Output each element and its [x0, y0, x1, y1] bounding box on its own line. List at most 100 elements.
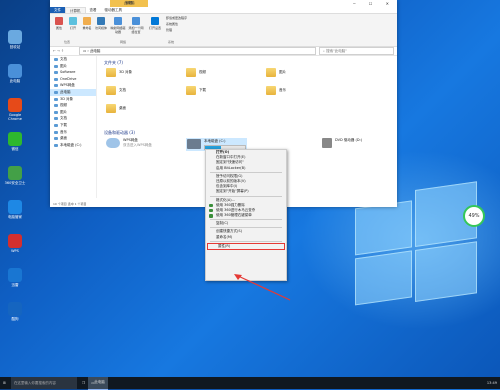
- context-menu-item[interactable]: 使用 360管理右键菜单: [206, 213, 286, 218]
- hard-drive-icon: [187, 139, 201, 149]
- tab-file[interactable]: 文件: [50, 7, 65, 13]
- 360-shield-icon: [209, 203, 213, 208]
- drive-name: 本地磁盘 (C:): [204, 139, 226, 143]
- open-settings-button[interactable]: 打开设置: [148, 17, 162, 30]
- context-menu-item[interactable]: 启用 BitLocker(B): [206, 166, 286, 171]
- system-properties-button[interactable]: 系统属性: [166, 22, 206, 26]
- nav-buttons[interactable]: ← → ↑: [50, 49, 79, 53]
- menu-item-label: 固定到"快速访问": [216, 160, 244, 165]
- folder-icon: [266, 86, 276, 95]
- rename-button[interactable]: 重命名: [80, 17, 94, 30]
- nav-item[interactable]: Software: [50, 69, 96, 76]
- folder-item[interactable]: 下载: [186, 86, 206, 95]
- folder-item[interactable]: 音乐: [266, 86, 286, 95]
- title-bar[interactable]: 管理 此电脑 ─ ☐ ✕: [50, 0, 397, 7]
- nav-item[interactable]: 图片: [50, 109, 96, 116]
- folder-label: 桌面: [119, 106, 126, 110]
- desktop-icon[interactable]: Google Chrome: [4, 98, 26, 121]
- computer-icon: ▭ ›: [83, 49, 90, 53]
- start-button[interactable]: ⊞: [0, 377, 9, 389]
- desktop-icon[interactable]: 迅雷: [4, 268, 26, 287]
- nav-item[interactable]: OneDrive: [50, 76, 96, 83]
- folder-label: 视频: [199, 70, 206, 74]
- folder-label: 下载: [199, 88, 206, 92]
- desktop-icon-label: 迅雷: [11, 283, 19, 287]
- folder-item[interactable]: 视频: [186, 68, 206, 77]
- menu-item-label: 使用 360管理右键菜单: [216, 213, 252, 218]
- context-menu-item[interactable]: 属性(R): [207, 242, 285, 250]
- desktop-icon[interactable]: 360安全卫士: [4, 166, 26, 185]
- desktop-icon[interactable]: 回收站: [4, 30, 26, 49]
- desktop-icon[interactable]: 酷狗: [4, 302, 26, 321]
- nav-item[interactable]: 文档: [50, 115, 96, 122]
- nav-item[interactable]: 本地磁盘 (C:): [50, 142, 96, 149]
- desktop-icon[interactable]: WPS: [4, 234, 26, 253]
- folder-icon: [106, 104, 116, 113]
- nav-item[interactable]: 此电脑: [50, 88, 96, 96]
- task-view-icon[interactable]: ❐: [79, 377, 88, 389]
- desktop-icon-label: 回收站: [9, 45, 21, 49]
- nav-item[interactable]: 图片: [50, 63, 96, 70]
- app-icon: [8, 166, 22, 180]
- desktop-icon-label: 微信: [11, 147, 19, 151]
- tab-drive-tools[interactable]: 驱动器工具: [101, 7, 127, 13]
- folder-icon: [266, 68, 276, 77]
- window-controls[interactable]: ─ ☐ ✕: [353, 1, 395, 6]
- nav-item[interactable]: 桌面: [50, 135, 96, 142]
- map-network-drive-button[interactable]: 映射网络驱动器: [110, 17, 126, 34]
- desktop-icon[interactable]: 电脑管家: [4, 200, 26, 219]
- open-button[interactable]: 打开: [66, 17, 80, 30]
- clock[interactable]: 13:49: [484, 377, 500, 389]
- folder-item[interactable]: 3D 对象: [106, 68, 132, 77]
- drive-name: DVD 驱动器 (D:): [335, 138, 363, 142]
- desktop-icon-label: WPS: [11, 249, 19, 253]
- app-icon: [8, 98, 22, 112]
- manage-button[interactable]: 管理: [166, 28, 206, 32]
- wps-drive[interactable]: WPS网盘 双击进入WPS网盘: [106, 138, 152, 148]
- menu-separator: [210, 240, 282, 242]
- nav-item[interactable]: 下载: [50, 122, 96, 129]
- desktop-icon-label: 360安全卫士: [4, 181, 26, 185]
- properties-button[interactable]: 属性: [52, 17, 66, 30]
- folder-item[interactable]: 文档: [106, 86, 126, 95]
- context-menu: 打开(O) 在新窗口中打开(E) 固定到"快速访问" 启用 BitLocker(B) 授…: [205, 149, 287, 281]
- search-input[interactable]: ⌕ 搜索"此电脑": [319, 47, 394, 55]
- uninstall-programs-button[interactable]: 卸载或更改程序: [166, 16, 206, 20]
- context-menu-item[interactable]: 重命名(M): [206, 235, 286, 240]
- desktop-icon-label: 电脑管家: [8, 215, 22, 219]
- dvd-drive-d[interactable]: DVD 驱动器 (D:): [322, 138, 362, 148]
- folder-icon: [106, 68, 116, 77]
- folders-section-header[interactable]: 文件夹 (7): [104, 60, 123, 66]
- address-bar-row: ← → ↑ ▭ › 此电脑 ⌕ 搜索"此电脑": [50, 47, 397, 56]
- address-bar[interactable]: ▭ › 此电脑: [79, 47, 316, 55]
- folder-item[interactable]: 图片: [266, 68, 286, 77]
- menu-item-label: 固定到"开始"屏幕(P): [216, 189, 249, 194]
- access-media-button[interactable]: 访问媒体: [94, 17, 108, 30]
- devices-section-header[interactable]: 设备和驱动器 (3): [104, 130, 135, 136]
- nav-item[interactable]: 音乐: [50, 129, 96, 136]
- desktop-icon-label: 此电脑: [9, 79, 21, 83]
- add-network-location-button[interactable]: 添加一个网络位置: [128, 17, 144, 34]
- navigation-pane: 文档 图片 Software OneDrive WPS网盘 此电脑 3D 对象 视频 图片 文档下…: [50, 56, 97, 198]
- menu-item-label: 格式化(A)...: [216, 197, 235, 202]
- taskbar-explorer[interactable]: ▭ 此电脑: [88, 376, 108, 390]
- dvd-drive-icon: [322, 138, 332, 148]
- tab-computer[interactable]: 计算机: [65, 7, 86, 13]
- nav-item[interactable]: 视频: [50, 102, 96, 109]
- menu-item-label: 授予访问权限(G): [216, 173, 243, 178]
- network-speed-badge[interactable]: 49%: [463, 205, 485, 227]
- taskbar-search[interactable]: 在这里输入你要搜索的内容: [10, 377, 77, 389]
- menu-item-label: 使用 360进行木马云查杀: [216, 207, 256, 212]
- desktop-icon[interactable]: 此电脑: [4, 64, 26, 83]
- nav-item[interactable]: 3D 对象: [50, 96, 96, 103]
- context-menu-item[interactable]: 固定到"开始"屏幕(P): [206, 189, 286, 194]
- menu-separator: [210, 195, 282, 197]
- context-menu-item[interactable]: 复制(C): [206, 221, 286, 226]
- nav-item[interactable]: WPS网盘: [50, 82, 96, 89]
- app-icon: [8, 268, 22, 282]
- menu-item-label: 包含到库中(I): [216, 184, 238, 189]
- desktop-icon[interactable]: 微信: [4, 132, 26, 151]
- tab-view[interactable]: 查看: [86, 7, 101, 13]
- folder-item[interactable]: 桌面: [106, 104, 126, 113]
- nav-item[interactable]: 文档: [50, 56, 96, 63]
